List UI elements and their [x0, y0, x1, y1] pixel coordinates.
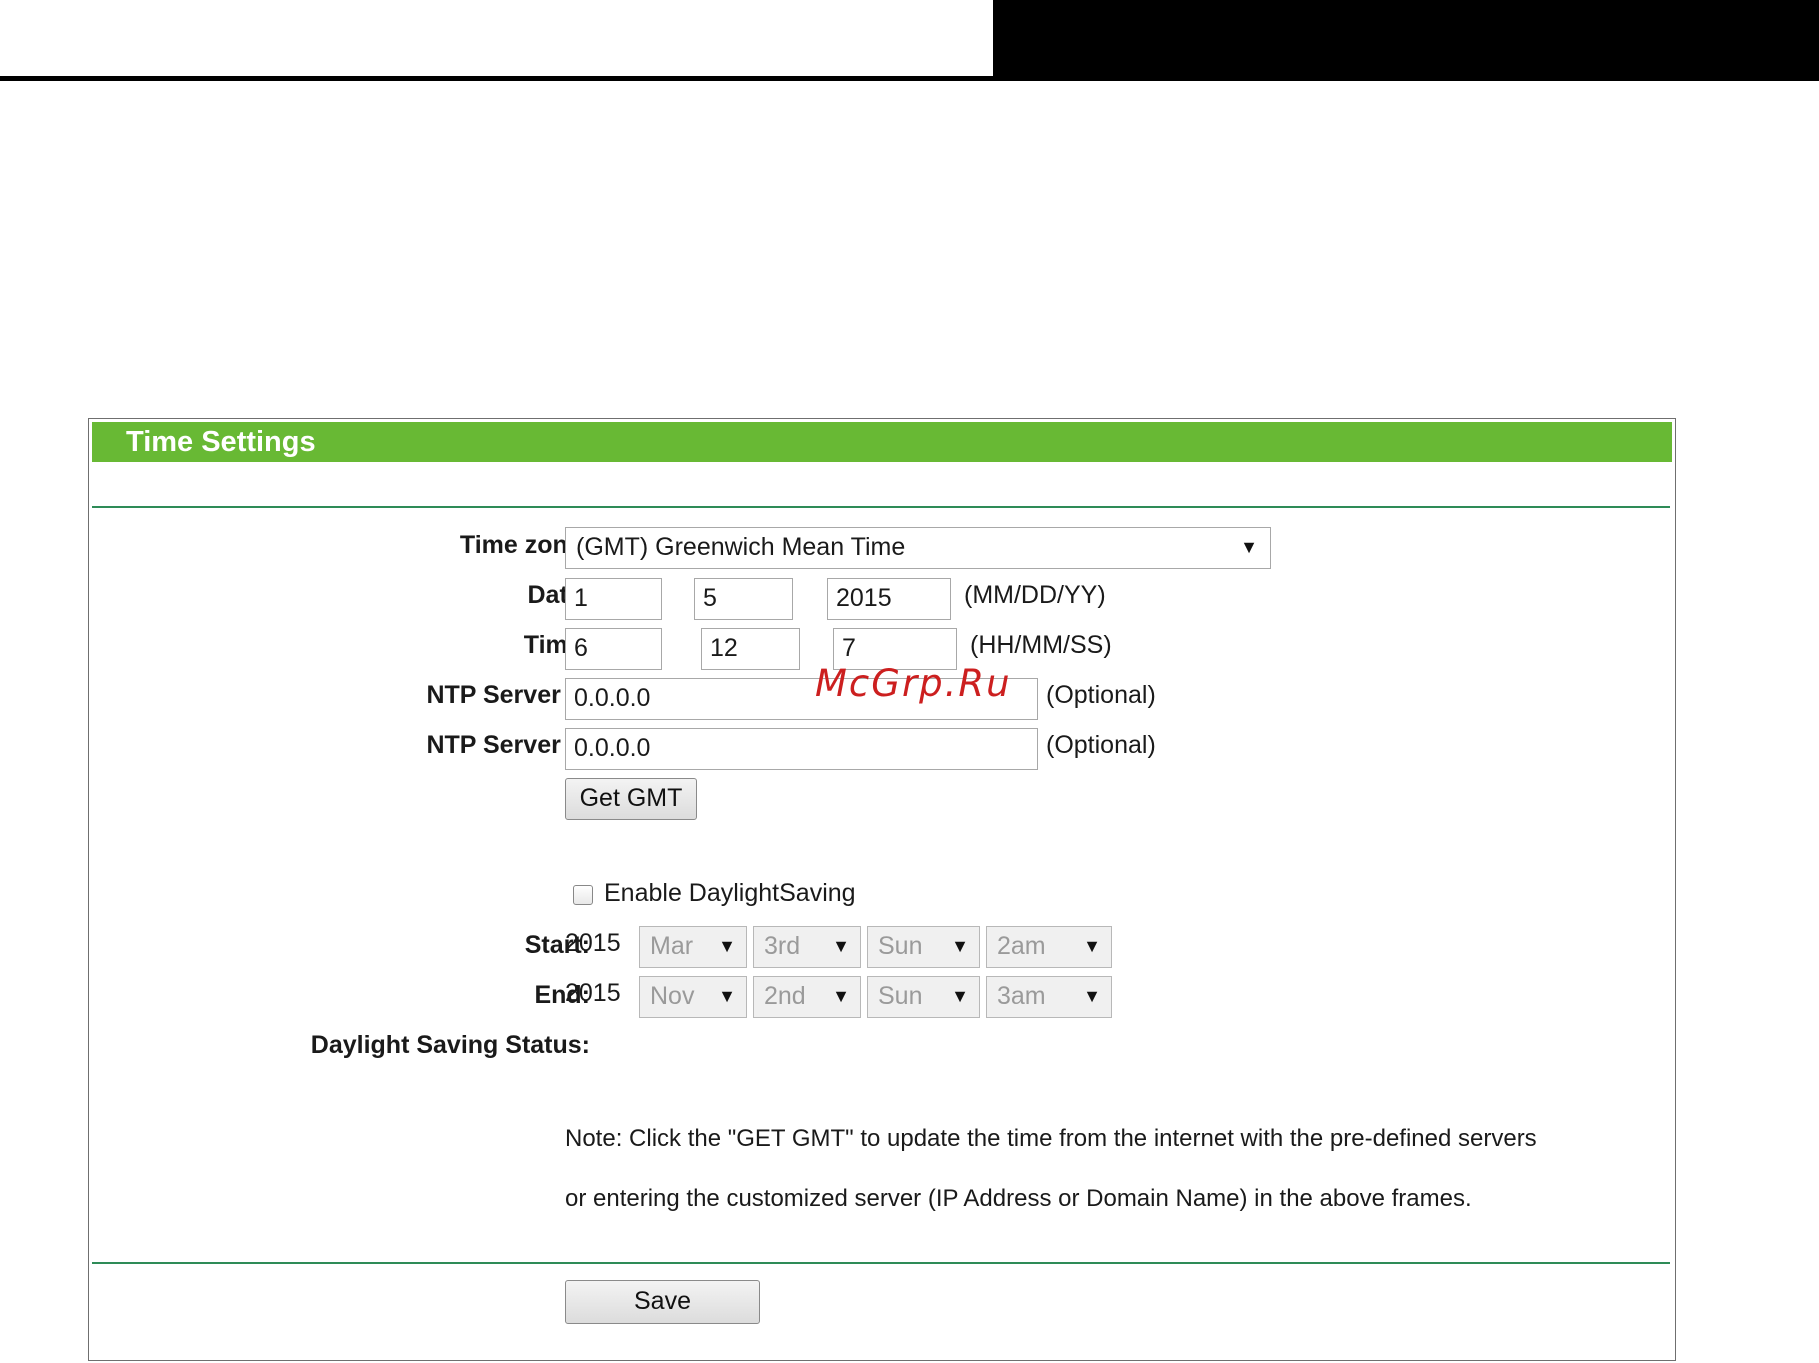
chevron-down-icon: ▼ — [1240, 537, 1258, 557]
note-line-1: Note: Click the "GET GMT" to update the … — [565, 1125, 1537, 1152]
top-divider-line — [0, 76, 1819, 81]
start-day-select[interactable]: Sun ▼ — [867, 926, 980, 968]
end-hour-value: 3am — [997, 982, 1046, 1010]
panel-title: Time Settings — [126, 426, 316, 458]
ntp2-optional-hint: (Optional) — [1046, 731, 1156, 759]
chevron-down-icon: ▼ — [951, 936, 969, 956]
date-day-input[interactable]: 5 — [694, 578, 793, 620]
bottom-divider — [92, 1262, 1670, 1264]
start-month-select[interactable]: Mar ▼ — [639, 926, 747, 968]
end-month-value: Nov — [650, 982, 695, 1010]
date-year-input[interactable]: 2015 — [827, 578, 951, 620]
start-year: 2015 — [565, 929, 621, 957]
end-hour-select[interactable]: 3am ▼ — [986, 976, 1112, 1018]
date-format-hint: (MM/DD/YY) — [964, 581, 1106, 609]
time-settings-panel: Time Settings Time zone: (GMT) Greenwich… — [88, 418, 1676, 1361]
chevron-down-icon: ▼ — [718, 986, 736, 1006]
save-button[interactable]: Save — [565, 1280, 760, 1324]
ntp1-optional-hint: (Optional) — [1046, 681, 1156, 709]
end-month-select[interactable]: Nov ▼ — [639, 976, 747, 1018]
top-black-bar — [993, 0, 1819, 80]
daylight-saving-checkbox-label: Enable DaylightSaving — [604, 879, 856, 907]
end-week-value: 2nd — [764, 982, 806, 1010]
top-divider — [92, 506, 1670, 508]
start-hour-select[interactable]: 2am ▼ — [986, 926, 1112, 968]
dst-status-label: Daylight Saving Status: — [310, 1031, 590, 1059]
note-line-2: or entering the customized server (IP Ad… — [565, 1185, 1472, 1212]
watermark: McGrp.Ru — [815, 662, 1012, 705]
end-week-select[interactable]: 2nd ▼ — [753, 976, 861, 1018]
panel-header: Time Settings — [92, 422, 1672, 462]
time-minute-input[interactable]: 12 — [701, 628, 800, 670]
start-month-value: Mar — [650, 932, 694, 960]
end-year: 2015 — [565, 979, 621, 1007]
timezone-select[interactable]: (GMT) Greenwich Mean Time ▼ — [565, 527, 1271, 569]
start-day-value: Sun — [878, 932, 923, 960]
daylight-saving-checkbox[interactable] — [573, 885, 593, 905]
chevron-down-icon: ▼ — [951, 986, 969, 1006]
time-hour-input[interactable]: 6 — [565, 628, 662, 670]
start-hour-value: 2am — [997, 932, 1046, 960]
end-day-select[interactable]: Sun ▼ — [867, 976, 980, 1018]
chevron-down-icon: ▼ — [832, 986, 850, 1006]
get-gmt-button[interactable]: Get GMT — [565, 778, 697, 820]
chevron-down-icon: ▼ — [718, 936, 736, 956]
end-day-value: Sun — [878, 982, 923, 1010]
chevron-down-icon: ▼ — [1083, 986, 1101, 1006]
chevron-down-icon: ▼ — [1083, 936, 1101, 956]
timezone-value: (GMT) Greenwich Mean Time — [576, 533, 906, 561]
time-format-hint: (HH/MM/SS) — [970, 631, 1112, 659]
chevron-down-icon: ▼ — [832, 936, 850, 956]
start-week-value: 3rd — [764, 932, 801, 960]
ntp-server-2-input[interactable]: 0.0.0.0 — [565, 728, 1038, 770]
start-week-select[interactable]: 3rd ▼ — [753, 926, 861, 968]
date-month-input[interactable]: 1 — [565, 578, 662, 620]
